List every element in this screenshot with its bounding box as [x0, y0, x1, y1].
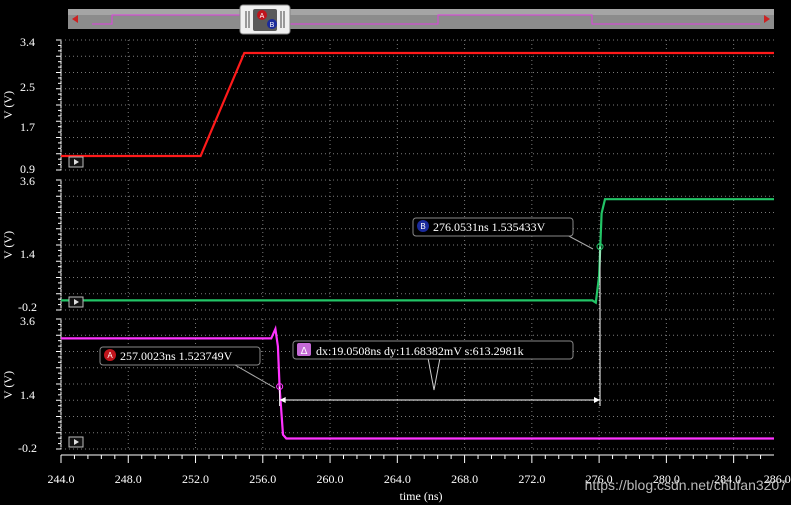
x-tick-label: 272.0 — [518, 472, 545, 486]
watermark: https://blog.csdn.net/chufan3207 — [585, 477, 788, 493]
delta-label: dx:19.0508ns dy:11.68382mV s:613.2981k — [316, 344, 524, 358]
panel-3-ytick: -0.2 — [18, 441, 37, 455]
panel-2-series-line — [61, 198, 774, 305]
marker-a-badge-letter: A — [107, 351, 113, 360]
panel-2-ytick: -0.2 — [18, 300, 37, 314]
panel-2-ytick: 1.4 — [20, 247, 35, 261]
panel-1-ytick: 2.5 — [20, 80, 35, 94]
x-tick-label: 256.0 — [249, 472, 276, 486]
x-tick-label: 264.0 — [384, 472, 411, 486]
x-axis-title: time (ns) — [400, 489, 443, 503]
panel-3-ylabel: V (V) — [1, 371, 15, 399]
grid-layer — [56, 39, 774, 450]
cursor-ab-handle-icon[interactable]: A B — [239, 4, 291, 35]
delta-pointer — [427, 357, 441, 391]
x-tick-label: 244.0 — [48, 472, 75, 486]
panel-1-ylabel: V (V) — [1, 91, 15, 119]
panel-2-ylabel: V (V) — [1, 231, 15, 259]
panel-1-ytick: 3.4 — [20, 35, 35, 49]
x-tick-label: 248.0 — [115, 472, 142, 486]
overview-bar[interactable]: A B — [68, 4, 774, 35]
x-tick-label: 268.0 — [451, 472, 478, 486]
x-axis: 244.0 248.0 252.0 256.0 260.0 264.0 268.0 272.0… — [48, 397, 791, 486]
trace-toggle-3[interactable] — [68, 436, 84, 448]
x-tick-label: 260.0 — [317, 472, 344, 486]
delta-measurement[interactable]: Δ dx:19.0508ns dy:11.68382mV s:613.2981k — [279, 246, 601, 406]
panel-1-ytick: 1.7 — [20, 120, 35, 134]
marker-a-label: 257.0023ns 1.523749V — [120, 349, 233, 363]
panel-3-ytick: 1.4 — [20, 388, 35, 402]
marker-a-callout[interactable]: A 257.0023ns 1.523749V — [99, 346, 284, 391]
marker-b-badge-letter: B — [420, 222, 425, 231]
trace-toggle-1[interactable] — [68, 156, 84, 168]
marker-a-letter: A — [260, 13, 265, 20]
panel-2-y-axis: 3.6 1.4 -0.2 V (V) — [1, 174, 37, 314]
marker-b-letter: B — [270, 22, 275, 29]
trace-toggle-2[interactable] — [68, 296, 84, 308]
waveform-viewer: A B 3.4 2.5 1.7 0.9 V (V) 3.6 1.4 -0.2 V… — [1, 4, 791, 503]
panel-3-ytick: 3.6 — [20, 314, 35, 328]
marker-a-pointer — [234, 364, 276, 389]
delta-glyph: Δ — [301, 346, 308, 357]
marker-b-label: 276.0531ns 1.535433V — [433, 220, 546, 234]
series-layer — [61, 51, 774, 440]
panel-2-ytick: 3.6 — [20, 174, 35, 188]
x-tick-label: 252.0 — [182, 472, 209, 486]
panel-1-y-axis: 3.4 2.5 1.7 0.9 V (V) — [1, 35, 35, 176]
panel-3-y-axis: 3.6 1.4 -0.2 V (V) — [1, 314, 37, 455]
